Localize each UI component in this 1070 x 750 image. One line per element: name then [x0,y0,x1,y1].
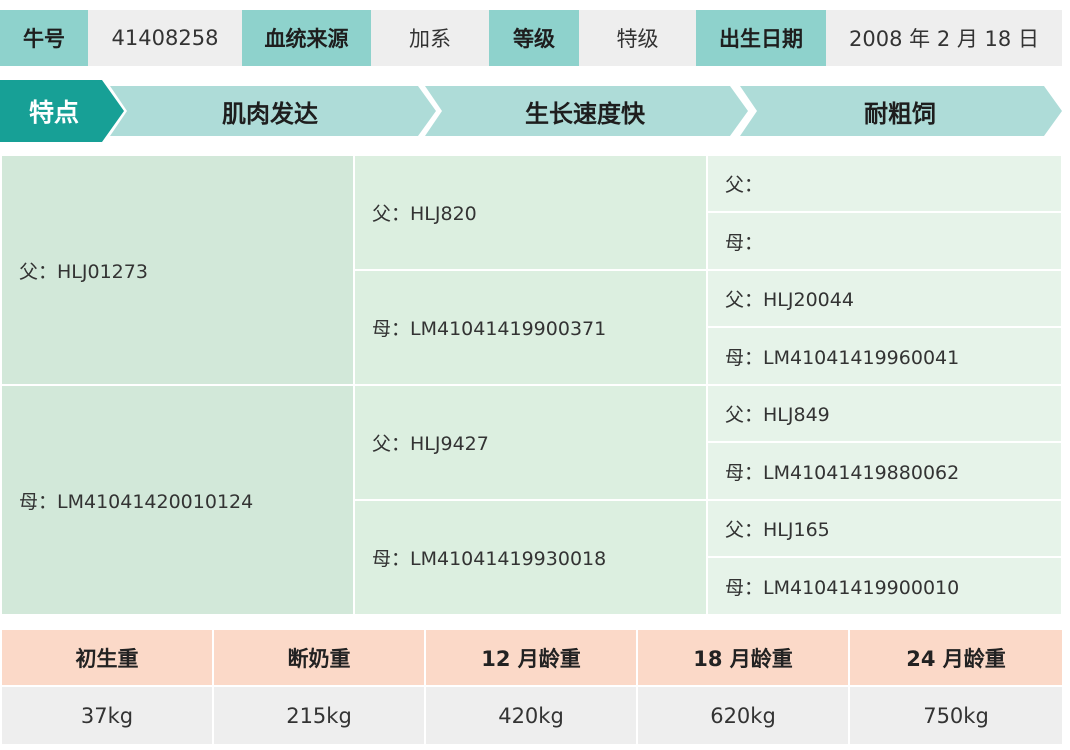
pedigree-dam-dam: 母：LM41041419930018 [355,501,706,614]
cattle-id-label: 牛号 [0,10,88,66]
pedigree-dam-sire: 父：HLJ9427 [355,386,706,499]
bloodline-source-value: 加系 [371,10,489,66]
pedigree-sire: 父：HLJ01273 [2,156,353,384]
grade-label: 等级 [489,10,579,66]
weights-table: 初生重 断奶重 12 月龄重 18 月龄重 24 月龄重 37kg 215kg … [2,630,1062,745]
pedigree-g3-2: 母： [708,213,1061,269]
pedigree-table: 父：HLJ01273 母：LM41041420010124 父：HLJ820 母… [2,156,1061,616]
features-label: 特点 [28,98,79,127]
birth-date-label: 出生日期 [696,10,826,66]
birth-date-value: 2008 年 2 月 18 日 [826,10,1062,66]
info-header: 牛号 41408258 血统来源 加系 等级 特级 出生日期 2008 年 2 … [0,10,1062,66]
pedigree-sire-dam: 母：LM41041419900371 [355,271,706,384]
pedigree-g3-5: 父：HLJ849 [708,386,1061,441]
bloodline-source-label: 血统来源 [242,10,371,66]
pedigree-g3-6: 母：LM41041419880062 [708,443,1061,499]
feature-item-1: 肌肉发达 [222,99,318,128]
pedigree-g3-8: 母：LM41041419900010 [708,558,1061,614]
grade-value: 特级 [579,10,696,66]
weight-header-24-month: 24 月龄重 [850,630,1062,685]
pedigree-g3-4: 母：LM41041419960041 [708,328,1061,384]
pedigree-g3-1: 父： [708,156,1061,211]
weight-header-12-month: 12 月龄重 [426,630,636,685]
weight-header-birth: 初生重 [2,630,212,685]
features-banner: 特点 肌肉发达 生长速度快 耐粗饲 [0,80,1064,142]
weight-value-18-month: 620kg [638,687,848,744]
pedigree-g3-3: 父：HLJ20044 [708,271,1061,326]
weight-value-24-month: 750kg [850,687,1062,744]
feature-item-3: 耐粗饲 [864,99,936,128]
pedigree-sire-sire: 父：HLJ820 [355,156,706,269]
pedigree-g3-7: 父：HLJ165 [708,501,1061,556]
weight-value-birth: 37kg [2,687,212,744]
weight-header-weaning: 断奶重 [214,630,424,685]
feature-item-2: 生长速度快 [525,99,645,128]
weight-header-18-month: 18 月龄重 [638,630,848,685]
pedigree-dam: 母：LM41041420010124 [2,386,353,614]
weight-value-weaning: 215kg [214,687,424,744]
weight-value-12-month: 420kg [426,687,636,744]
cattle-id-value: 41408258 [88,10,242,66]
